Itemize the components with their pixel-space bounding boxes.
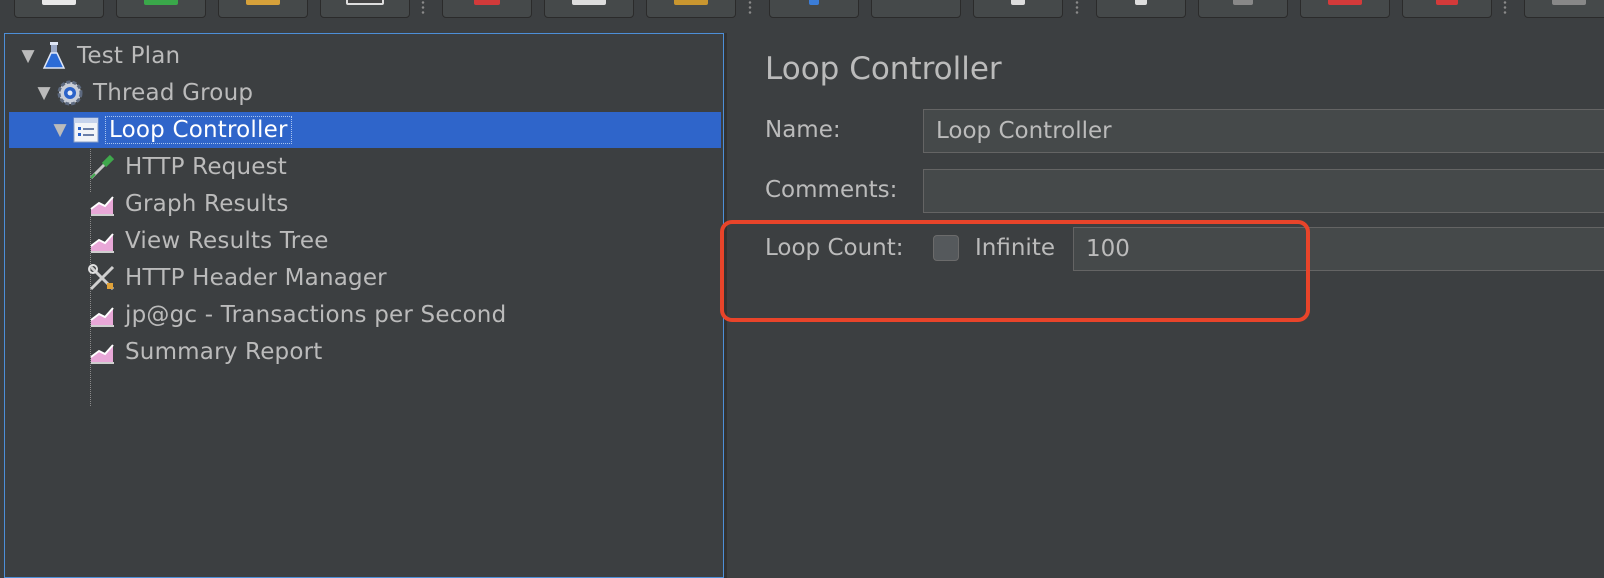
highlight-annotation-box — [720, 220, 1310, 322]
tree-item-summary-report[interactable]: Summary Report — [87, 334, 323, 370]
test-plan-tree: ▼ Test Plan ▼ Thread Group ▼ Loop Contro… — [4, 33, 724, 578]
graph-results-icon — [87, 189, 117, 219]
comments-label: Comments: — [765, 177, 898, 203]
save-button[interactable] — [320, 0, 410, 18]
expand-arrow-icon[interactable]: ▼ — [49, 118, 71, 142]
start-no-pauses-button[interactable] — [1198, 0, 1288, 18]
toggle-button[interactable] — [973, 0, 1063, 18]
loop-controller-icon — [71, 115, 101, 145]
expand-icon — [809, 0, 819, 5]
start-button[interactable] — [1096, 0, 1186, 18]
comments-field[interactable] — [923, 169, 1604, 213]
save-icon — [346, 0, 384, 5]
open-button[interactable] — [218, 0, 308, 18]
tree-item-label: Summary Report — [125, 339, 323, 365]
new-icon — [42, 0, 76, 5]
start-icon — [1135, 0, 1147, 5]
name-label: Name: — [765, 117, 841, 143]
test-plan-flask-icon — [39, 41, 69, 71]
cut-icon — [474, 0, 500, 5]
tree-item-label: View Results Tree — [125, 228, 329, 254]
tree-item-label: Graph Results — [125, 191, 289, 217]
tree-item-thread-group[interactable]: ▼ Thread Group — [33, 75, 253, 111]
summary-report-icon — [87, 337, 117, 367]
copy-icon — [572, 0, 606, 5]
tree-item-http-header-manager[interactable]: HTTP Header Manager — [87, 260, 387, 296]
toolbar-separator — [748, 0, 752, 16]
tree-item-label: jp@gc - Transactions per Second — [125, 302, 507, 328]
tree-item-graph-results[interactable]: Graph Results — [87, 186, 289, 222]
collapse-icon — [899, 0, 933, 5]
view-results-tree-icon — [87, 226, 117, 256]
transactions-graph-icon — [87, 300, 117, 330]
toolbar-separator — [421, 0, 425, 16]
paste-button[interactable] — [646, 0, 736, 18]
name-field[interactable] — [923, 109, 1604, 153]
toolbar-separator — [1503, 0, 1507, 16]
shutdown-icon — [1436, 0, 1458, 5]
tree-item-label: Test Plan — [77, 43, 181, 69]
tree-item-label: HTTP Request — [125, 154, 287, 180]
more-button[interactable] — [1524, 0, 1604, 18]
tree-item-label: Thread Group — [93, 80, 254, 106]
stop-button[interactable] — [1300, 0, 1390, 18]
stop-icon — [1328, 0, 1362, 5]
templates-icon — [144, 0, 178, 5]
expand-arrow-icon[interactable]: ▼ — [33, 81, 55, 105]
cut-button[interactable] — [442, 0, 532, 18]
tree-item-label: HTTP Header Manager — [125, 265, 387, 291]
tree-item-view-results-tree[interactable]: View Results Tree — [87, 223, 329, 259]
tree-item-http-request[interactable]: HTTP Request — [87, 149, 287, 185]
templates-button[interactable] — [116, 0, 206, 18]
header-manager-tools-icon — [87, 263, 117, 293]
panel-title: Loop Controller — [765, 51, 1002, 87]
toolbar-separator — [1075, 0, 1079, 16]
paste-icon — [674, 0, 708, 5]
collapse-all-button[interactable] — [871, 0, 961, 18]
http-request-pipette-icon — [87, 152, 117, 182]
tree-item-loop-controller[interactable]: ▼ Loop Controller — [9, 112, 721, 148]
tree-item-transactions-per-second[interactable]: jp@gc - Transactions per Second — [87, 297, 506, 333]
expand-arrow-icon[interactable]: ▼ — [17, 44, 39, 68]
open-icon — [246, 0, 280, 5]
toolbar — [0, 0, 1604, 20]
new-button[interactable] — [14, 0, 104, 18]
copy-button[interactable] — [544, 0, 634, 18]
thread-group-gear-icon — [55, 78, 85, 108]
start-no-pause-icon — [1233, 0, 1253, 5]
more-icon — [1552, 0, 1586, 5]
tree-item-test-plan[interactable]: ▼ Test Plan — [17, 38, 180, 74]
tree-item-label: Loop Controller — [105, 116, 292, 144]
expand-all-button[interactable] — [769, 0, 859, 18]
shutdown-button[interactable] — [1402, 0, 1492, 18]
toggle-icon — [1011, 0, 1025, 5]
